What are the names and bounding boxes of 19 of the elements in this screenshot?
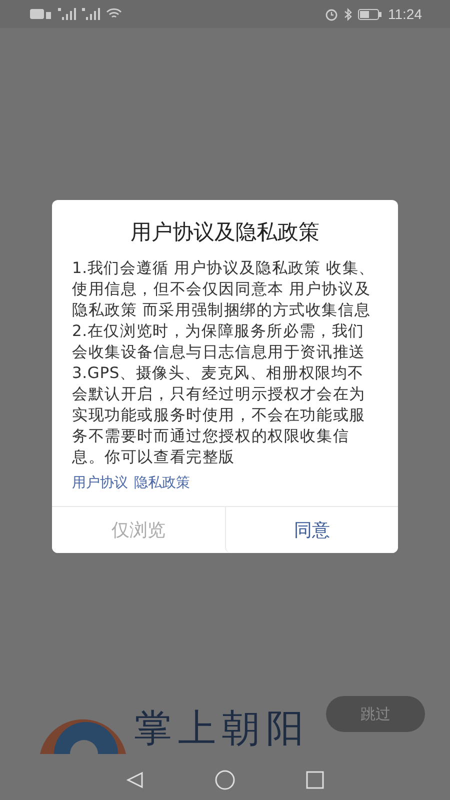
signal-icon	[58, 8, 76, 20]
agree-button[interactable]: 同意	[224, 507, 398, 553]
dialog-paragraph: 2.在仅浏览时，为保障服务所必需，我们会收集设备信息与日志信息用于资讯推送	[72, 321, 366, 363]
recents-icon[interactable]	[306, 771, 324, 789]
dialog-title: 用户协议及隐私政策	[130, 219, 320, 246]
hd-icon	[30, 9, 52, 19]
bluetooth-icon	[344, 8, 352, 20]
signal-icon	[82, 8, 100, 20]
alarm-icon	[325, 8, 338, 20]
wifi-icon	[106, 8, 122, 20]
logo-text: 掌上朝阳	[134, 705, 310, 752]
back-icon[interactable]	[126, 771, 144, 789]
policy-link[interactable]: 用户协议	[72, 474, 128, 492]
home-icon[interactable]	[214, 770, 235, 790]
battery-icon	[358, 8, 382, 20]
dialog-paragraph: 1.我们会遵循 用户协议及隐私政策 收集、使用信息，但不会仅因同意本 用户协议及隐私政策 而采用强制捆绑的方式收集信息	[72, 258, 376, 321]
dialog-paragraph: 3.GPS、摄像头、麦克风、相册权限均不会默认开启，只有经过明示授权才会在为实现功能或服务时使用，不会在功能或服务不需要时而通过您授权的权限收集信息。你可以查看完整版	[72, 363, 366, 468]
status-time: 11:24	[388, 6, 422, 22]
policy-link[interactable]: 隐私政策	[134, 474, 190, 492]
